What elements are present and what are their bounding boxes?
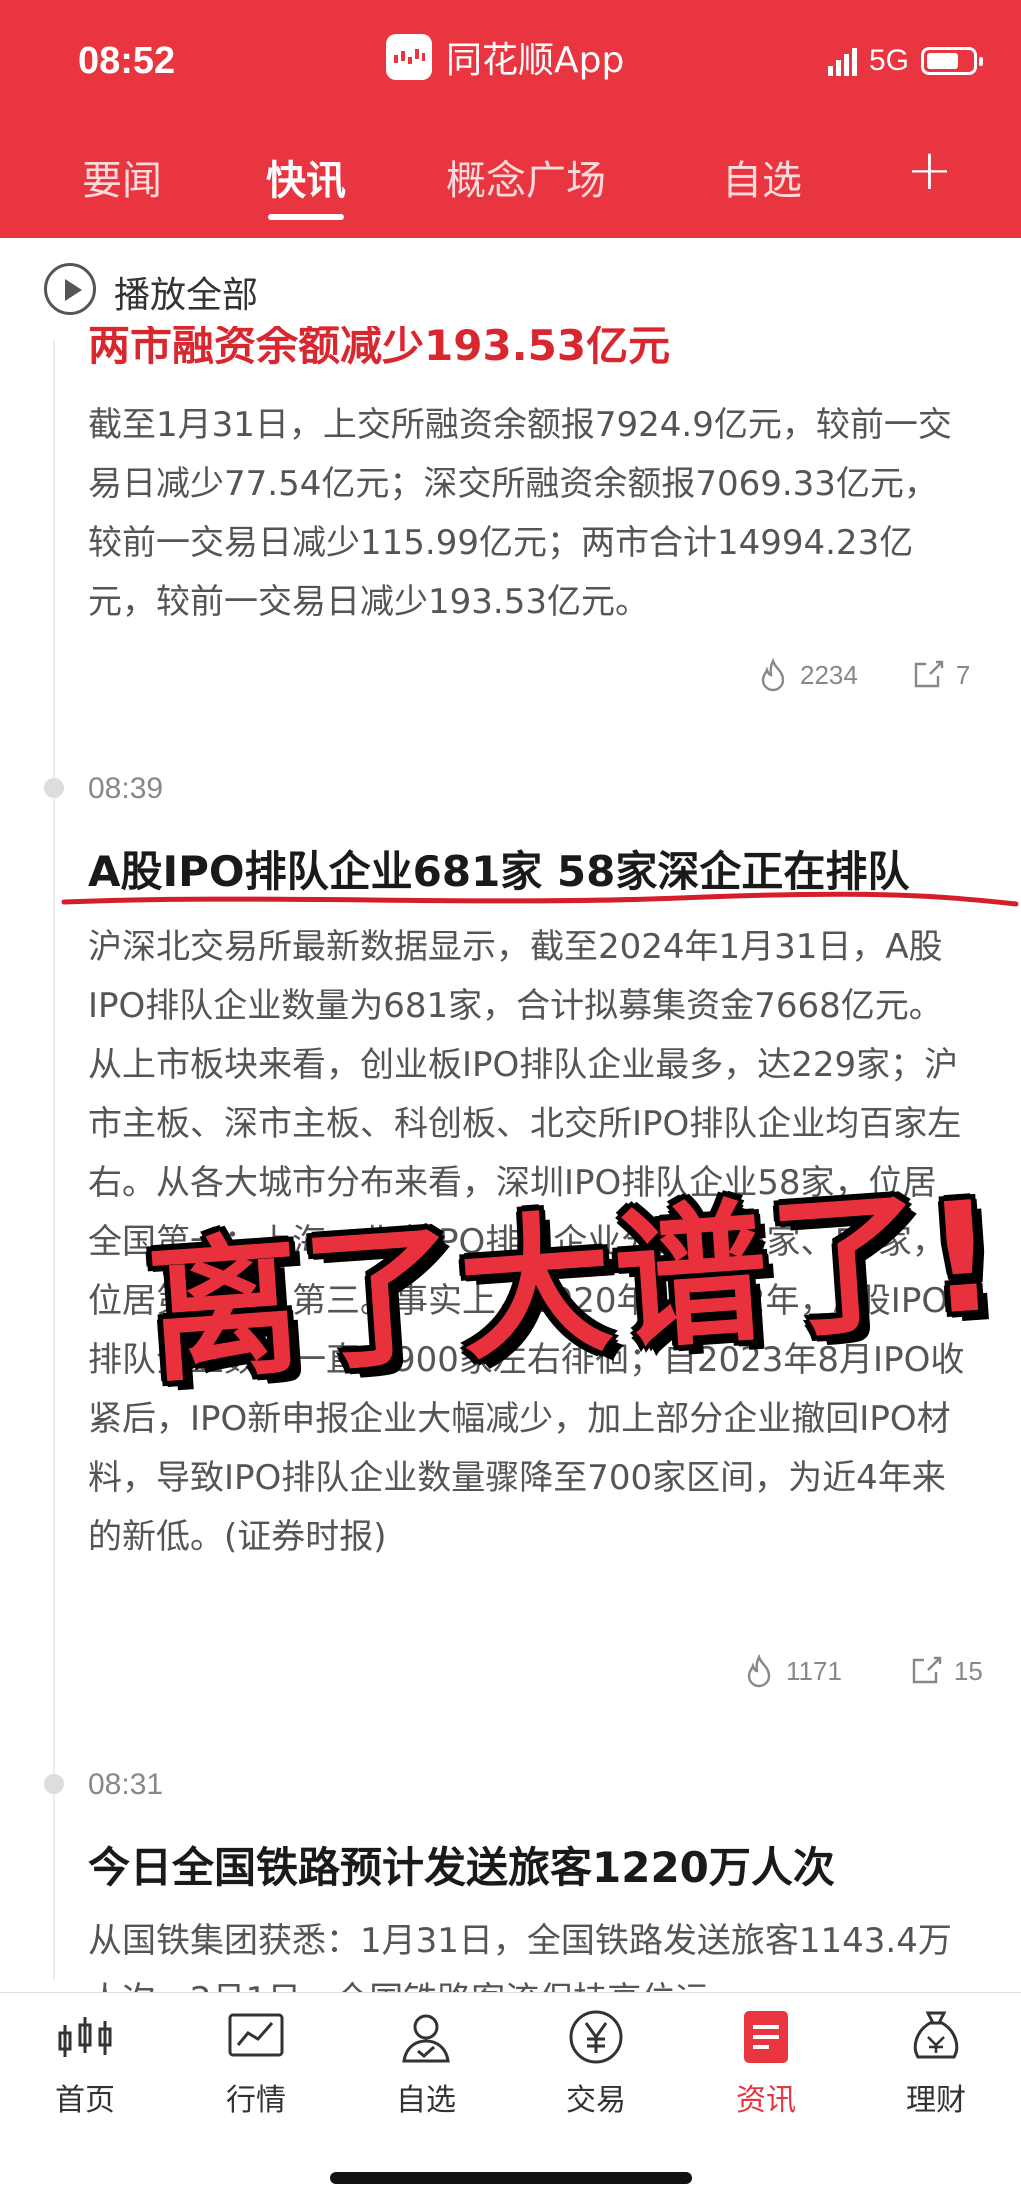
news-title[interactable]: 两市融资余额减少193.53亿元 (88, 326, 670, 373)
tab-watchlist[interactable]: 自选 (722, 148, 802, 206)
nav-news-label: 资讯 (736, 2083, 796, 2118)
moneybag-icon (913, 2011, 959, 2059)
news-title[interactable]: 今日全国铁路预计发送旅客1220万人次 (88, 1834, 835, 1895)
candlestick-icon (58, 2017, 112, 2057)
app-title: 同花顺App (446, 40, 625, 81)
battery-icon (921, 47, 983, 75)
nav-home[interactable]: 首页 (15, 2007, 155, 2119)
app-title-bar: 同花顺App (386, 32, 624, 82)
nav-news[interactable]: 资讯 (696, 2007, 836, 2119)
news-stats: 2234 7 (756, 658, 970, 692)
flame-icon[interactable] (756, 658, 790, 692)
timeline-line (53, 340, 55, 1980)
signal-icon (827, 46, 857, 76)
chart-icon (228, 2013, 284, 2057)
yuan-icon (569, 2010, 623, 2064)
news-time: 08:39 (88, 772, 164, 805)
add-tab-button[interactable]: + (906, 138, 953, 203)
tab-flash-news-label: 快讯 (266, 158, 346, 204)
news-body: 从国铁集团获悉：1月31日，全国铁路发送旅客1143.4万人次，2月1日，全国铁… (88, 1921, 952, 1992)
tab-headlines[interactable]: 要闻 (82, 148, 162, 206)
nav-trade-label: 交易 (566, 2083, 626, 2118)
flame-icon[interactable] (742, 1654, 776, 1688)
likes-count: 1171 (786, 1655, 842, 1686)
news-body: 截至1月31日，上交所融资余额报7924.9亿元，较前一交易日减少77.54亿元… (88, 405, 952, 622)
home-indicator (330, 2172, 692, 2184)
nav-watchlist[interactable]: 自选 (356, 2007, 496, 2119)
nav-home-label: 首页 (55, 2083, 115, 2118)
nav-market[interactable]: 行情 (186, 2007, 326, 2119)
timeline-dot (44, 778, 64, 798)
share-icon[interactable] (910, 1654, 944, 1688)
nav-market-label: 行情 (226, 2083, 286, 2118)
hand-drawn-underline (61, 891, 1019, 907)
nav-trade[interactable]: 交易 (526, 2007, 666, 2119)
shares-count: 7 (955, 659, 971, 690)
play-all-button[interactable]: 播放全部 (114, 266, 258, 318)
play-icon[interactable] (44, 263, 96, 315)
nav-watchlist-label: 自选 (396, 2083, 456, 2118)
status-indicators: 5G (827, 44, 983, 78)
nav-wealth[interactable]: 理财 (866, 2007, 1006, 2119)
timeline-dot (44, 1774, 64, 1794)
shares-count: 15 (953, 1655, 983, 1686)
user-icon (402, 2014, 450, 2063)
news-icon (744, 2011, 788, 2063)
top-header: 08:52 同花顺App 5G 要闻 快讯 概念广场 自选 + (0, 0, 1021, 238)
likes-count: 2234 (800, 659, 858, 690)
nav-wealth-label: 理财 (906, 2083, 966, 2118)
share-icon[interactable] (912, 658, 946, 692)
tab-concept-square[interactable]: 概念广场 (446, 148, 606, 206)
news-time: 08:31 (88, 1768, 164, 1801)
channel-tabs: 要闻 快讯 概念广场 自选 (0, 148, 1021, 220)
app-logo-icon (386, 34, 432, 80)
tab-flash-news[interactable]: 快讯 (266, 148, 346, 220)
status-time: 08:52 (78, 40, 176, 82)
active-tab-indicator (268, 214, 344, 220)
network-label: 5G (868, 44, 909, 77)
news-stats: 1171 15 (742, 1654, 983, 1688)
